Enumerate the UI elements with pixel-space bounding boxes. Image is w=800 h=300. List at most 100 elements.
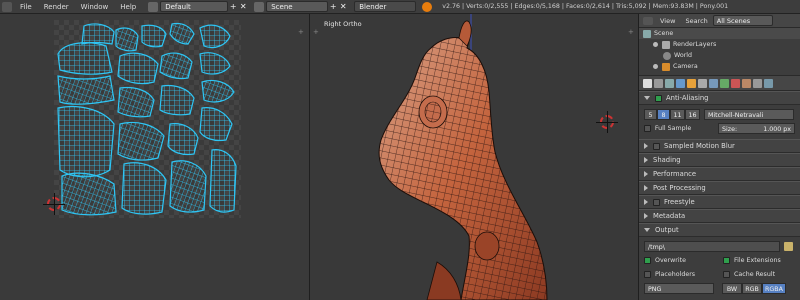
cache-result-checkbox[interactable] bbox=[723, 270, 730, 278]
aa-sample-8[interactable]: 8 bbox=[657, 108, 670, 120]
physics-tab-icon[interactable] bbox=[764, 78, 773, 88]
material-tab-icon[interactable] bbox=[731, 78, 740, 88]
menu-help[interactable]: Help bbox=[114, 0, 142, 14]
blender-logo-icon bbox=[422, 1, 433, 12]
scene-stats: v2.76 | Verts:0/2,555 | Edges:0/5,168 | … bbox=[442, 3, 729, 10]
add-scene-button[interactable]: + bbox=[328, 1, 338, 12]
expand-icon bbox=[644, 199, 648, 205]
render-tab-icon[interactable] bbox=[643, 78, 652, 88]
info-editor-icon[interactable] bbox=[2, 1, 12, 12]
uv-image-editor[interactable]: + bbox=[0, 14, 310, 300]
antialiasing-checkbox[interactable] bbox=[655, 94, 662, 102]
output-panel-body: /tmp\ Overwrite File Extensions Placehol… bbox=[639, 237, 800, 299]
panel-label: Sampled Motion Blur bbox=[664, 142, 735, 150]
expand-icon bbox=[644, 213, 648, 219]
scene-icon bbox=[643, 29, 651, 38]
file-extensions-checkbox[interactable] bbox=[723, 256, 730, 264]
pony-mesh[interactable] bbox=[311, 14, 638, 300]
motion-blur-checkbox[interactable] bbox=[653, 142, 660, 150]
output-path-row: /tmp\ bbox=[644, 240, 795, 252]
outliner-row-camera[interactable]: Camera bbox=[639, 61, 800, 72]
panel-sampled-motion-blur[interactable]: Sampled Motion Blur bbox=[639, 139, 800, 153]
outliner-header: View Search All Scenes bbox=[639, 14, 800, 28]
expand-dot-icon[interactable] bbox=[653, 64, 658, 69]
outliner-tab-view[interactable]: View bbox=[655, 17, 680, 25]
output-path-field[interactable]: /tmp\ bbox=[644, 240, 780, 252]
uv-corner-icon[interactable]: + bbox=[298, 28, 306, 36]
panel-shading[interactable]: Shading bbox=[639, 153, 800, 167]
collapse-icon bbox=[644, 96, 650, 100]
outliner-tab-search[interactable]: Search bbox=[680, 17, 712, 25]
constraints-tab-icon[interactable] bbox=[698, 78, 707, 88]
outliner-filter-select[interactable]: All Scenes bbox=[712, 15, 773, 26]
panel-freestyle[interactable]: Freestyle bbox=[639, 195, 800, 209]
outliner-row-renderlayers[interactable]: RenderLayers bbox=[639, 39, 800, 50]
color-mode-bw[interactable]: BW bbox=[722, 282, 742, 294]
remove-screen-button[interactable]: ✕ bbox=[238, 1, 248, 12]
menu-window[interactable]: Window bbox=[75, 0, 115, 14]
aa-samples-row: 5 8 11 16 Mitchell-Netravali bbox=[644, 108, 795, 120]
aa-filter-select[interactable]: Mitchell-Netravali bbox=[704, 108, 794, 120]
panel-label: Metadata bbox=[653, 212, 686, 220]
panel-output[interactable]: Output bbox=[639, 223, 800, 237]
data-tab-icon[interactable] bbox=[720, 78, 729, 88]
remove-scene-button[interactable]: ✕ bbox=[338, 1, 348, 12]
outliner-row-label: Scene bbox=[654, 30, 674, 37]
2d-cursor-icon[interactable] bbox=[43, 193, 65, 215]
folder-icon[interactable] bbox=[784, 241, 793, 251]
texture-tab-icon[interactable] bbox=[742, 78, 751, 88]
menu-render[interactable]: Render bbox=[38, 0, 75, 14]
outliner-row-label: Camera bbox=[673, 63, 698, 70]
3d-cursor-icon[interactable] bbox=[596, 111, 618, 133]
right-panel: View Search All Scenes Scene RenderLayer… bbox=[638, 14, 800, 300]
expand-dot-icon[interactable] bbox=[653, 42, 658, 47]
uv-image-canvas[interactable] bbox=[54, 20, 241, 218]
renderlayers-icon bbox=[662, 40, 670, 49]
output-options-row-1: Overwrite File Extensions bbox=[644, 254, 795, 266]
color-mode-rgb[interactable]: RGB bbox=[742, 282, 762, 294]
panel-label: Freestyle bbox=[664, 198, 695, 206]
expand-icon bbox=[644, 143, 648, 149]
outliner-row-label: RenderLayers bbox=[673, 41, 717, 48]
renderlayers-tab-icon[interactable] bbox=[654, 78, 663, 88]
antialiasing-label: Anti-Aliasing bbox=[666, 94, 709, 102]
menu-file[interactable]: File bbox=[14, 0, 38, 14]
file-format-select[interactable]: PNG bbox=[644, 282, 714, 294]
overwrite-label: Overwrite bbox=[655, 256, 686, 264]
panel-post-processing[interactable]: Post Processing bbox=[639, 181, 800, 195]
overwrite-checkbox[interactable] bbox=[644, 256, 651, 264]
placeholders-checkbox[interactable] bbox=[644, 270, 651, 278]
panel-label: Shading bbox=[653, 156, 681, 164]
panel-metadata[interactable]: Metadata bbox=[639, 209, 800, 223]
aa-sample-16[interactable]: 16 bbox=[685, 108, 700, 120]
scene-field[interactable]: Scene bbox=[266, 1, 329, 12]
panel-performance[interactable]: Performance bbox=[639, 167, 800, 181]
aa-sample-5[interactable]: 5 bbox=[644, 108, 657, 120]
aa-size-field[interactable]: Size: 1.000 px bbox=[718, 122, 795, 134]
world-tab-icon[interactable] bbox=[676, 78, 685, 88]
outliner-editor-icon[interactable] bbox=[643, 16, 653, 25]
3d-viewport[interactable]: Right Ortho + + bbox=[311, 14, 638, 300]
panel-label: Post Processing bbox=[653, 184, 706, 192]
expand-icon bbox=[644, 157, 648, 163]
top-menu-bar: File Render Window Help Default + ✕ Scen… bbox=[0, 0, 800, 22]
full-sample-checkbox[interactable] bbox=[644, 124, 651, 132]
scene-tab-icon[interactable] bbox=[665, 78, 674, 88]
freestyle-checkbox[interactable] bbox=[653, 198, 660, 206]
collapse-icon bbox=[644, 228, 650, 232]
render-engine-select[interactable]: Blender Render bbox=[354, 1, 417, 22]
outliner-row-scene[interactable]: Scene bbox=[639, 28, 800, 39]
screen-layout-icon[interactable] bbox=[148, 1, 159, 12]
object-tab-icon[interactable] bbox=[687, 78, 696, 88]
particles-tab-icon[interactable] bbox=[753, 78, 762, 88]
antialiasing-panel-header[interactable]: Anti-Aliasing bbox=[639, 91, 800, 105]
aa-sample-11[interactable]: 11 bbox=[670, 108, 685, 120]
scene-icon[interactable] bbox=[254, 1, 265, 12]
add-screen-button[interactable]: + bbox=[228, 1, 238, 12]
modifiers-tab-icon[interactable] bbox=[709, 78, 718, 88]
outliner-row-world[interactable]: World bbox=[639, 50, 800, 61]
uv-islands bbox=[57, 22, 237, 216]
outliner-row-label: World bbox=[674, 52, 693, 59]
screen-layout-field[interactable]: Default bbox=[160, 1, 229, 12]
color-mode-rgba[interactable]: RGBA bbox=[762, 282, 786, 294]
